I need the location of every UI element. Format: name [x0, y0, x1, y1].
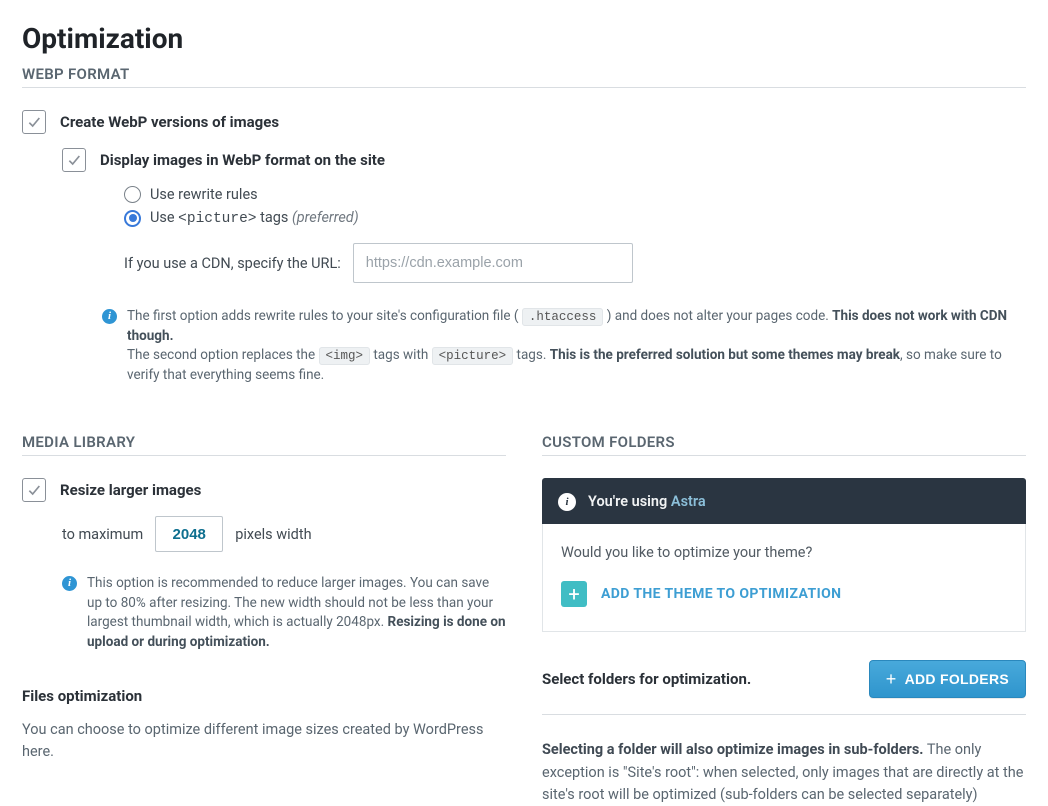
theme-banner: i You're using Astra — [542, 478, 1026, 524]
theme-name: Astra — [671, 493, 706, 510]
radio-rewrite-rules[interactable] — [124, 186, 141, 203]
add-folders-button[interactable]: + ADD FOLDERS — [869, 660, 1026, 698]
max-width-input[interactable] — [155, 516, 223, 552]
info-icon: i — [62, 576, 77, 591]
cdn-url-input[interactable] — [353, 243, 633, 283]
check-icon — [26, 482, 42, 498]
section-webp-label: WEBP FORMAT — [22, 65, 1026, 88]
section-custom-folders-label: CUSTOM FOLDERS — [542, 433, 1026, 456]
plus-icon: + — [886, 670, 897, 688]
resize-images-checkbox[interactable] — [22, 478, 46, 502]
display-webp-label: Display images in WebP format on the sit… — [100, 148, 385, 172]
optimize-theme-question: Would you like to optimize your theme? — [561, 544, 1007, 561]
create-webp-checkbox[interactable] — [22, 110, 46, 134]
folders-description: Selecting a folder will also optimize im… — [542, 739, 1026, 806]
webp-info-text: The first option adds rewrite rules to y… — [127, 307, 1026, 385]
info-icon: i — [102, 309, 117, 324]
display-webp-checkbox[interactable] — [62, 148, 86, 172]
radio-picture-label: Use <picture> tags (preferred) — [150, 209, 359, 227]
check-icon — [66, 152, 82, 168]
cdn-label: If you use a CDN, specify the URL: — [124, 255, 341, 272]
select-folders-label: Select folders for optimization. — [542, 670, 751, 688]
add-theme-button[interactable]: + ADD THE THEME TO OPTIMIZATION — [561, 581, 1007, 607]
to-maximum-label: to maximum — [62, 526, 143, 543]
resize-images-label: Resize larger images — [60, 478, 201, 502]
info-icon: i — [558, 493, 576, 511]
pixels-width-label: pixels width — [235, 526, 311, 543]
create-webp-label: Create WebP versions of images — [60, 110, 279, 134]
radio-rewrite-label: Use rewrite rules — [150, 186, 258, 203]
section-media-label: MEDIA LIBRARY — [22, 433, 506, 456]
add-folders-label: ADD FOLDERS — [905, 671, 1009, 687]
page-title: Optimization — [22, 22, 1026, 55]
check-icon — [26, 114, 42, 130]
plus-icon: + — [561, 581, 587, 607]
add-theme-label: ADD THE THEME TO OPTIMIZATION — [601, 586, 841, 602]
resize-info-text: This option is recommended to reduce lar… — [87, 574, 506, 652]
files-optimization-heading: Files optimization — [22, 687, 506, 705]
radio-picture-tags[interactable] — [124, 210, 141, 227]
files-optimization-desc: You can choose to optimize different ima… — [22, 719, 506, 764]
